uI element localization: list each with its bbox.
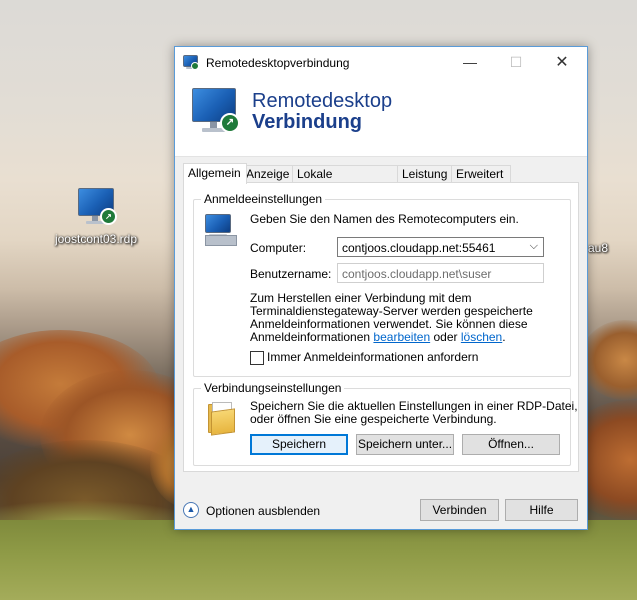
title-bar[interactable]: Remotedesktopverbindung — ☐ ✕ <box>175 47 587 78</box>
save-as-button[interactable]: Speichern unter... <box>356 434 454 455</box>
tab-anzeige[interactable]: Anzeige <box>241 165 293 183</box>
close-button[interactable]: ✕ <box>539 47 585 78</box>
window-title: Remotedesktopverbindung <box>206 56 350 70</box>
connection-text-line2: oder öffnen Sie eine gespeicherte Verbin… <box>250 412 497 426</box>
tab-panel-allgemein: Anmeldeeinstellungen Geben Sie den Namen… <box>183 182 579 472</box>
folder-icon <box>208 402 238 436</box>
tab-erweitert[interactable]: Erweitert <box>451 165 511 183</box>
logon-settings-title: Anmeldeeinstellungen <box>201 192 326 206</box>
hide-options-label[interactable]: Optionen ausblenden <box>206 504 320 518</box>
username-label: Benutzername: <box>250 267 332 281</box>
banner-monitor-icon: ↗ <box>192 88 242 144</box>
info-text-period: . <box>502 330 506 344</box>
wallpaper-field <box>0 520 637 600</box>
connect-button[interactable]: Verbinden <box>420 499 499 521</box>
computer-value: contjoos.cloudapp.net:55461 <box>342 241 496 255</box>
remote-desktop-dialog: Remotedesktopverbindung — ☐ ✕ ↗ Remotede… <box>174 46 588 530</box>
tab-allgemein[interactable]: Allgemein <box>183 163 247 184</box>
banner-title-line2: Verbindung <box>252 111 362 133</box>
chevron-down-icon[interactable]: ⌵ <box>530 240 538 253</box>
connection-settings-title: Verbindungseinstellungen <box>201 381 345 395</box>
delete-credentials-link[interactable]: löschen <box>461 330 502 344</box>
collapse-options-icon[interactable]: ▲ <box>183 502 199 518</box>
username-field: contjoos.cloudapp.net\suser <box>337 263 544 283</box>
app-icon <box>183 55 199 71</box>
username-value: contjoos.cloudapp.net\suser <box>342 267 492 281</box>
edit-credentials-link[interactable]: bearbeiten <box>373 330 430 344</box>
tab-lokale-ressourcen[interactable]: Lokale Ressourcen <box>292 165 398 198</box>
remote-desktop-icon: ↗ <box>76 186 117 230</box>
info-text-or: oder <box>433 330 458 344</box>
save-button[interactable]: Speichern <box>250 434 348 455</box>
desktop-icon-label-partial[interactable]: au8 <box>588 241 608 255</box>
connection-settings-group: Verbindungseinstellungen Speichern Sie d… <box>193 381 578 466</box>
computer-label: Computer: <box>250 241 307 255</box>
banner-title-line1: Remotedesktop <box>252 90 393 112</box>
header-banner: ↗ Remotedesktop Verbindung <box>175 78 587 157</box>
tab-leistung[interactable]: Leistung <box>397 165 452 183</box>
computer-combobox[interactable]: contjoos.cloudapp.net:55461 ⌵ <box>337 237 544 257</box>
info-text-credentials: Anmeldeinformationen <box>250 330 371 344</box>
computer-tower <box>205 235 237 246</box>
computer-icon <box>205 214 239 246</box>
always-ask-credentials-label[interactable]: Immer Anmeldeinformationen anfordern <box>267 351 478 364</box>
minimize-button[interactable]: — <box>447 47 493 78</box>
desktop-icon-label: joostcont03.rdp <box>54 232 138 246</box>
desktop-icon-rdp-file[interactable]: ↗ joostcont03.rdp <box>50 186 142 246</box>
logon-intro-text: Geben Sie den Namen des Remotecomputers … <box>250 212 519 226</box>
maximize-button: ☐ <box>509 54 523 70</box>
logon-settings-group: Anmeldeeinstellungen Geben Sie den Namen… <box>193 192 571 377</box>
help-button[interactable]: Hilfe <box>505 499 578 521</box>
folder-front <box>211 408 235 436</box>
always-ask-credentials-checkbox[interactable] <box>250 351 264 365</box>
info-text-line4: Anmeldeinformationen bearbeiten oder lös… <box>250 331 506 344</box>
open-button[interactable]: Öffnen... <box>462 434 560 455</box>
